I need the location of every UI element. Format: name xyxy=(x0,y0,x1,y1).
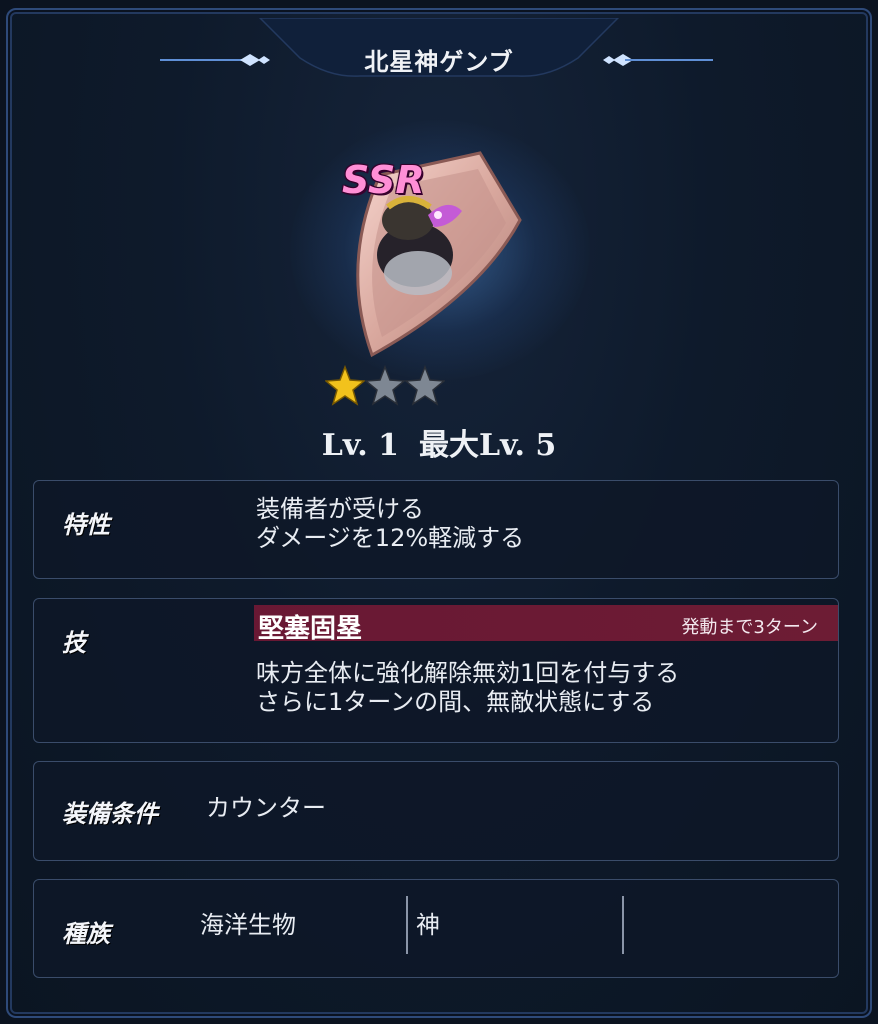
trait-panel: 特性 装備者が受ける ダメージを12%軽減する xyxy=(33,480,839,579)
race-label: 種族 xyxy=(62,920,110,948)
equip-condition-value: カウンター xyxy=(206,794,326,822)
race-value-2: 神 xyxy=(416,911,440,939)
race-panel: 種族 海洋生物 神 xyxy=(33,879,839,978)
equip-condition-panel: 装備条件 カウンター xyxy=(33,761,839,861)
star-empty-icon xyxy=(365,364,405,406)
equip-condition-label: 装備条件 xyxy=(62,800,158,828)
skill-name-bar: 堅塞固塁 発動まで3ターン xyxy=(254,605,838,644)
current-level: Lv. 1 xyxy=(321,428,399,463)
rarity-badge: SSR xyxy=(342,158,425,202)
item-title: 北星神ゲンブ xyxy=(364,48,514,76)
star-rating xyxy=(325,364,445,408)
skill-panel: 技 堅塞固塁 発動まで3ターン 味方全体に強化解除無効1回を付与する さらに1タ… xyxy=(33,598,839,743)
level-display: Lv. 1 最大Lv. 5 xyxy=(0,420,878,464)
star-empty-icon xyxy=(405,364,445,406)
trait-description: 装備者が受ける ダメージを12%軽減する xyxy=(256,495,525,552)
star-filled-icon xyxy=(325,364,365,406)
race-value-1: 海洋生物 xyxy=(200,911,296,939)
skill-name: 堅塞固塁 xyxy=(258,614,363,644)
race-divider xyxy=(406,896,408,954)
race-divider xyxy=(622,896,624,954)
max-level: 最大Lv. 5 xyxy=(419,428,557,463)
trait-label: 特性 xyxy=(62,511,110,539)
skill-label: 技 xyxy=(62,629,86,657)
skill-description: 味方全体に強化解除無効1回を付与する さらに1ターンの間、無敵状態にする xyxy=(256,659,680,716)
skill-cooldown: 発動まで3ターン xyxy=(681,617,818,638)
